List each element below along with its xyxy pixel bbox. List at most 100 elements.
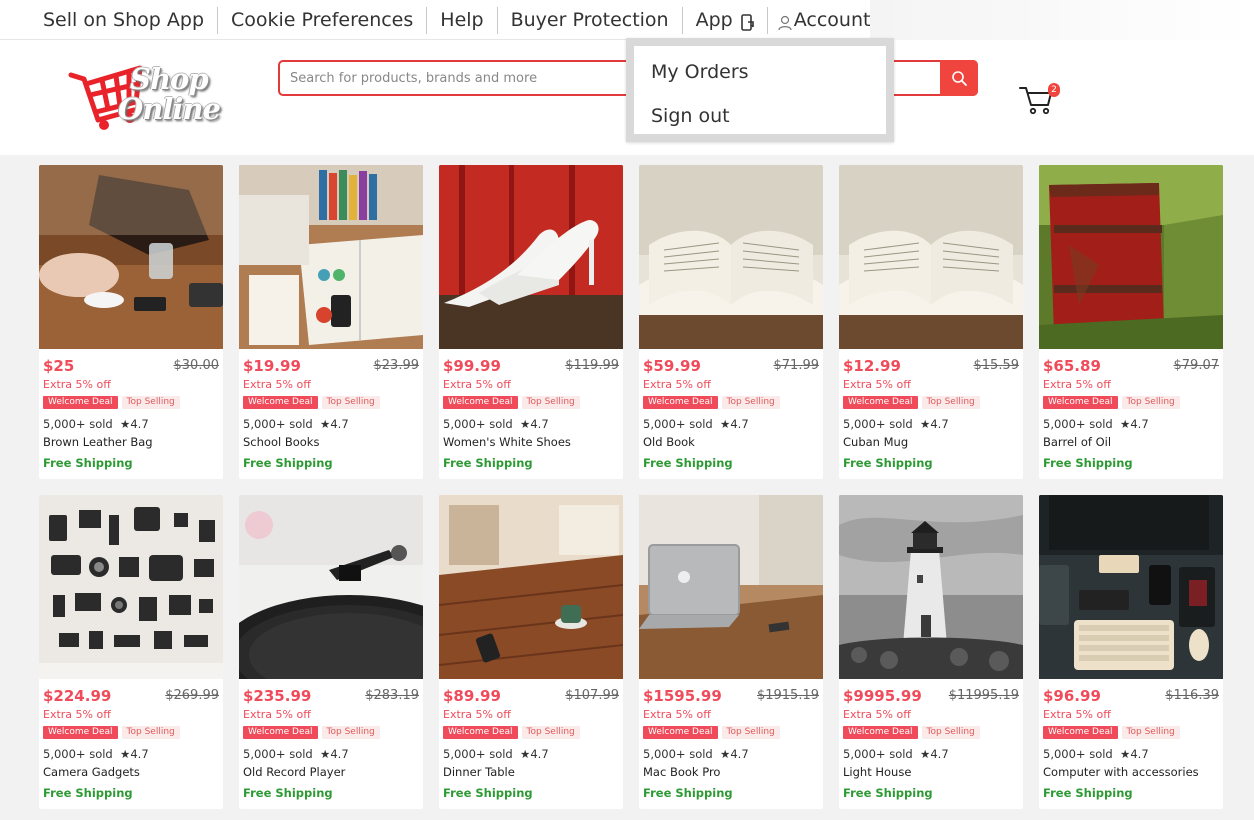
price-row: $99.99 $119.99: [443, 357, 619, 377]
barrel-photo: [1039, 165, 1223, 349]
product-image[interactable]: [239, 165, 423, 349]
price-row: $12.99 $15.59: [843, 357, 1019, 377]
product-original-price: $15.59: [973, 358, 1020, 373]
product-name[interactable]: Mac Book Pro: [643, 765, 819, 781]
extra-discount: Extra 5% off: [443, 378, 511, 391]
book-photo: [639, 165, 823, 349]
product-card[interactable]: $235.99 $283.19 Extra 5% off Welcome Deal To…: [239, 495, 423, 809]
product-image[interactable]: [639, 495, 823, 679]
books-photo: [239, 165, 423, 349]
product-name[interactable]: Brown Leather Bag: [43, 435, 219, 451]
price-row: $59.99 $71.99: [643, 357, 819, 377]
price-row: $65.89 $79.07: [1043, 357, 1219, 377]
product-original-price: $283.19: [365, 688, 419, 703]
product-name[interactable]: Barrel of Oil: [1043, 435, 1219, 451]
sell-on-app-link[interactable]: Sell on Shop App: [30, 6, 218, 34]
product-card[interactable]: $1595.99 $1915.19 Extra 5% off Welcome Deal…: [639, 495, 823, 809]
shop-online-logo[interactable]: Shop Online: [68, 62, 228, 132]
app-link[interactable]: App: [683, 6, 768, 34]
product-image[interactable]: [439, 495, 623, 679]
product-price: $224.99: [43, 687, 112, 705]
product-card[interactable]: $19.99 $23.99 Extra 5% off Welcome Deal Top …: [239, 165, 423, 479]
welcome-deal-badge: Welcome Deal: [643, 726, 718, 739]
sold-count-rating: 5,000+ sold ★4.7: [643, 747, 749, 761]
cart-count-badge: 2: [1048, 83, 1060, 97]
product-original-price: $1915.19: [756, 688, 819, 703]
welcome-deal-badge: Welcome Deal: [43, 396, 118, 409]
product-name[interactable]: School Books: [243, 435, 419, 451]
price-row: $224.99 $269.99: [43, 687, 219, 707]
top-selling-badge: Top Selling: [321, 726, 380, 739]
product-card[interactable]: $96.99 $116.39 Extra 5% off Welcome Deal Top…: [1039, 495, 1223, 809]
product-image[interactable]: [1039, 495, 1223, 679]
product-card[interactable]: $9995.99 $11995.19 Extra 5% off Welcome Dea…: [839, 495, 1023, 809]
price-row: $25 $30.00: [43, 357, 219, 377]
my-orders-link[interactable]: My Orders: [651, 52, 886, 96]
product-price: $25: [43, 357, 75, 375]
table-photo: [439, 495, 623, 679]
free-shipping-label: Free Shipping: [243, 786, 333, 800]
extra-discount: Extra 5% off: [1043, 378, 1111, 391]
product-name[interactable]: Light House: [843, 765, 1019, 781]
buyer-protection-link[interactable]: Buyer Protection: [498, 6, 683, 34]
welcome-deal-badge: Welcome Deal: [43, 726, 118, 739]
sign-out-link[interactable]: Sign out: [651, 96, 886, 140]
product-card[interactable]: $99.99 $119.99 Extra 5% off Welcome Deal Top…: [439, 165, 623, 479]
account-label: Account: [793, 8, 871, 31]
product-card[interactable]: $224.99 $269.99 Extra 5% off Welcome Deal To…: [39, 495, 223, 809]
product-price: $19.99: [243, 357, 301, 375]
free-shipping-label: Free Shipping: [843, 786, 933, 800]
product-card[interactable]: $59.99 $71.99 Extra 5% off Welcome Deal Top …: [639, 165, 823, 479]
cookie-preferences-link[interactable]: Cookie Preferences: [218, 6, 428, 34]
product-image[interactable]: [439, 165, 623, 349]
product-name[interactable]: Computer with accessories: [1043, 765, 1219, 781]
product-card[interactable]: $65.89 $79.07 Extra 5% off Welcome Deal Top …: [1039, 165, 1223, 479]
product-card[interactable]: $12.99 $15.59 Extra 5% off Welcome Deal Top …: [839, 165, 1023, 479]
product-image[interactable]: [1039, 165, 1223, 349]
product-badges: Welcome Deal Top Selling: [443, 726, 619, 740]
product-image[interactable]: [39, 165, 223, 349]
sold-count-rating: 5,000+ sold ★4.7: [1043, 417, 1149, 431]
product-price: $89.99: [443, 687, 501, 705]
sold-count-rating: 5,000+ sold ★4.7: [443, 417, 549, 431]
product-original-price: $71.99: [773, 358, 820, 373]
product-original-price: $30.00: [173, 358, 220, 373]
product-badges: Welcome Deal Top Selling: [843, 726, 1019, 740]
search-button[interactable]: [940, 60, 978, 96]
product-image[interactable]: [839, 165, 1023, 349]
product-image[interactable]: [239, 495, 423, 679]
help-link[interactable]: Help: [427, 6, 498, 34]
product-card[interactable]: $89.99 $107.99 Extra 5% off Welcome Deal Top…: [439, 495, 623, 809]
product-original-price: $23.99: [373, 358, 420, 373]
sold-count-rating: 5,000+ sold ★4.7: [1043, 747, 1149, 761]
product-info: $235.99 $283.19 Extra 5% off Welcome Deal To…: [239, 687, 423, 800]
product-badges: Welcome Deal Top Selling: [1043, 396, 1219, 410]
free-shipping-label: Free Shipping: [243, 456, 333, 470]
product-name[interactable]: Camera Gadgets: [43, 765, 219, 781]
product-image[interactable]: [639, 165, 823, 349]
welcome-deal-badge: Welcome Deal: [443, 396, 518, 409]
product-name[interactable]: Women's White Shoes: [443, 435, 619, 451]
product-badges: Welcome Deal Top Selling: [643, 396, 819, 410]
product-name[interactable]: Old Book: [643, 435, 819, 451]
top-selling-badge: Top Selling: [121, 396, 180, 409]
price-row: $1595.99 $1915.19: [643, 687, 819, 707]
cart-button[interactable]: 2: [1018, 80, 1060, 116]
product-card[interactable]: $25 $30.00 Extra 5% off Welcome Deal Top Sel…: [39, 165, 223, 479]
top-selling-badge: Top Selling: [721, 396, 780, 409]
product-name[interactable]: Dinner Table: [443, 765, 619, 781]
welcome-deal-badge: Welcome Deal: [1043, 396, 1118, 409]
product-image[interactable]: [39, 495, 223, 679]
price-row: $89.99 $107.99: [443, 687, 619, 707]
welcome-deal-badge: Welcome Deal: [643, 396, 718, 409]
sold-count-rating: 5,000+ sold ★4.7: [43, 747, 149, 761]
product-price: $1595.99: [643, 687, 722, 705]
extra-discount: Extra 5% off: [1043, 708, 1111, 721]
product-image[interactable]: [839, 495, 1023, 679]
product-name[interactable]: Old Record Player: [243, 765, 419, 781]
sold-count-rating: 5,000+ sold ★4.7: [243, 747, 349, 761]
free-shipping-label: Free Shipping: [43, 456, 133, 470]
sold-count-rating: 5,000+ sold ★4.7: [643, 417, 749, 431]
account-dropdown: My Orders Sign out: [626, 38, 894, 142]
product-name[interactable]: Cuban Mug: [843, 435, 1019, 451]
